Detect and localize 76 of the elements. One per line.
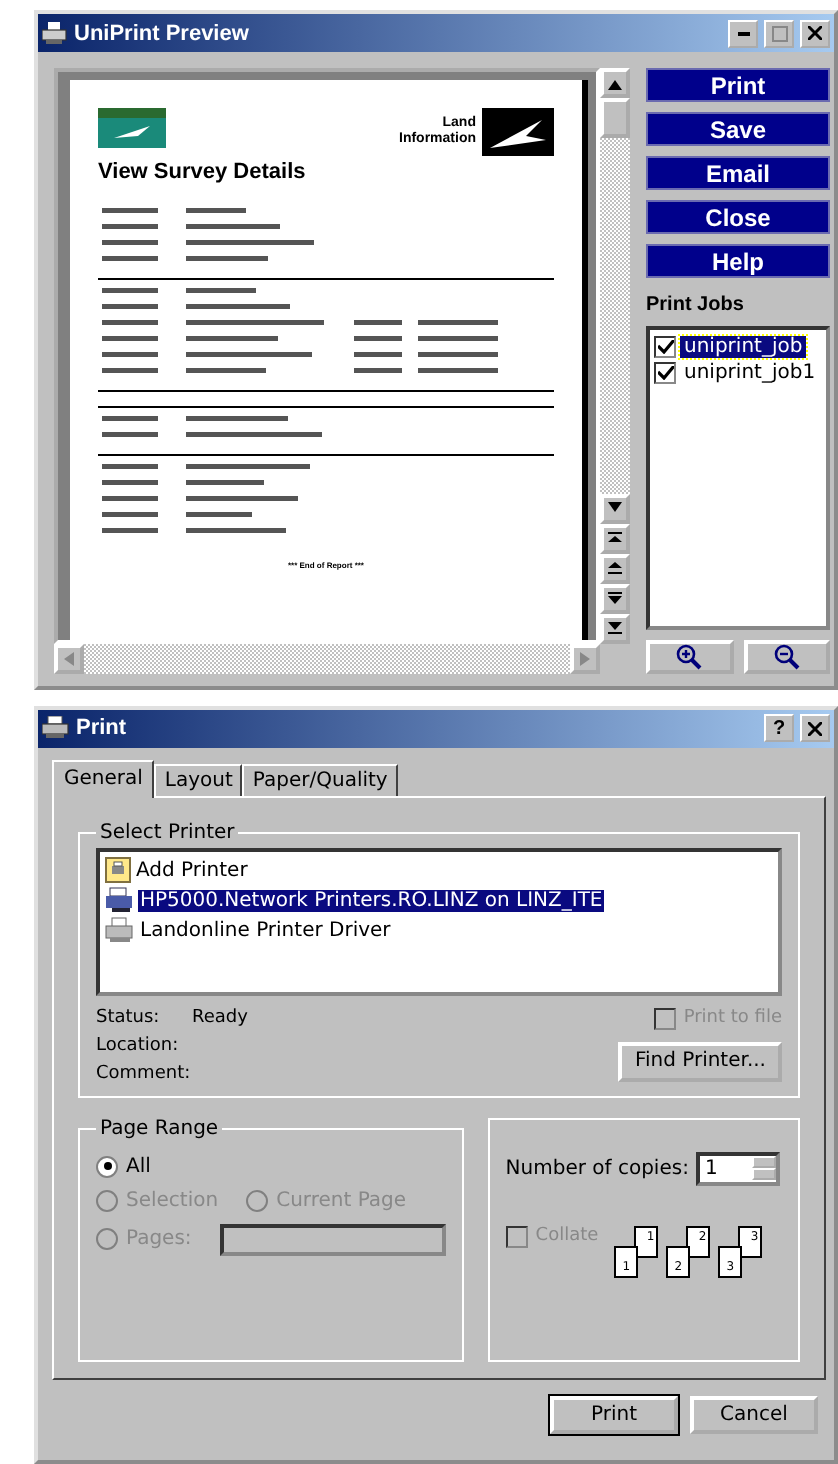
checkbox[interactable]: [654, 336, 676, 358]
zoom-in-button[interactable]: [646, 639, 733, 674]
status-value: Ready: [192, 1007, 248, 1028]
tab[interactable]: General: [52, 759, 155, 798]
printer-icon: [42, 21, 68, 45]
spin-down-icon: [752, 1168, 777, 1181]
field-label: Number of copies:: [505, 1157, 689, 1180]
print-job-item[interactable]: uniprint_job1: [680, 362, 820, 384]
checkbox-label: Print to file: [683, 1008, 782, 1029]
window-title: UniPrint Preview: [74, 21, 251, 45]
horizontal-scrollbar[interactable]: [54, 643, 600, 674]
minimize-icon: [737, 31, 749, 35]
radio-label: Selection: [126, 1189, 219, 1212]
scroll-down-button[interactable]: [600, 493, 630, 524]
close-icon: [808, 26, 822, 40]
vertical-scrollbar[interactable]: [600, 68, 630, 644]
last-page-button[interactable]: [600, 613, 630, 644]
tab[interactable]: Paper/Quality: [242, 763, 398, 796]
dialog-button[interactable]: Cancel: [690, 1395, 818, 1434]
previous-page-button[interactable]: [600, 553, 630, 584]
add-printer-icon: [104, 856, 132, 885]
field-label: Comment:: [96, 1063, 192, 1084]
action-button[interactable]: Help: [646, 244, 830, 278]
printer-item[interactable]: Add Printer: [134, 859, 250, 882]
up-arrow-icon: [608, 77, 622, 89]
printer-item[interactable]: Landonline Printer Driver: [138, 919, 393, 942]
zoom-in-icon: [676, 643, 703, 670]
zoom-out-button[interactable]: [743, 639, 830, 674]
last-page-icon: [608, 622, 622, 635]
group-label: Page Range: [98, 1117, 221, 1140]
radio-label: Pages:: [126, 1228, 192, 1251]
find-printer-button[interactable]: Find Printer...: [618, 1041, 782, 1082]
print-job-item[interactable]: uniprint_job: [680, 336, 807, 358]
scroll-thumb[interactable]: [600, 98, 630, 138]
field-label: Location:: [96, 1035, 181, 1056]
action-button[interactable]: Close: [646, 200, 830, 234]
radio-label: Current Page: [276, 1189, 407, 1212]
right-arrow-icon: [580, 651, 590, 666]
action-button[interactable]: Email: [646, 156, 830, 190]
group-label: Select Printer: [98, 821, 237, 844]
close-button[interactable]: [800, 714, 830, 743]
minimize-button[interactable]: [728, 19, 758, 47]
printer-icon: [104, 916, 136, 945]
maximize-icon: [771, 25, 787, 41]
checkbox-label: Collate: [535, 1226, 599, 1247]
next-page-button[interactable]: [600, 583, 630, 614]
close-button[interactable]: [800, 19, 830, 47]
action-button[interactable]: Print: [646, 68, 830, 102]
radio-button[interactable]: [96, 1155, 118, 1178]
scroll-up-button[interactable]: [600, 68, 630, 98]
first-page-button[interactable]: [600, 523, 630, 554]
printer-item[interactable]: HP5000.Network Printers.RO.LINZ on LINZ_ITE: [138, 889, 605, 912]
spin-up-icon: [752, 1156, 777, 1169]
window-title: Print: [76, 716, 129, 741]
action-button[interactable]: Save: [646, 112, 830, 146]
dialog-button[interactable]: Print: [550, 1395, 678, 1434]
previous-page-icon: [608, 562, 622, 575]
close-icon: [808, 721, 822, 736]
printer-icon: [104, 886, 136, 915]
scroll-left-button[interactable]: [54, 643, 84, 674]
section-label: Print Jobs: [646, 294, 746, 316]
down-arrow-icon: [608, 502, 622, 515]
tab[interactable]: Layout: [154, 763, 243, 796]
field-label: Status:: [96, 1007, 162, 1028]
logo-drawing: [98, 108, 166, 148]
next-page-icon: [608, 592, 622, 605]
bird-logo-icon: [482, 108, 554, 156]
help-button[interactable]: ?: [764, 714, 794, 743]
first-page-icon: [608, 532, 622, 545]
radio-label: All: [126, 1155, 151, 1178]
document-title: View Survey Details: [98, 160, 308, 184]
printer-icon: [42, 716, 70, 741]
checkbox[interactable]: [654, 362, 676, 384]
left-arrow-icon: [64, 651, 74, 666]
copies-spinner[interactable]: 1: [696, 1151, 781, 1186]
zoom-out-icon: [773, 643, 800, 670]
